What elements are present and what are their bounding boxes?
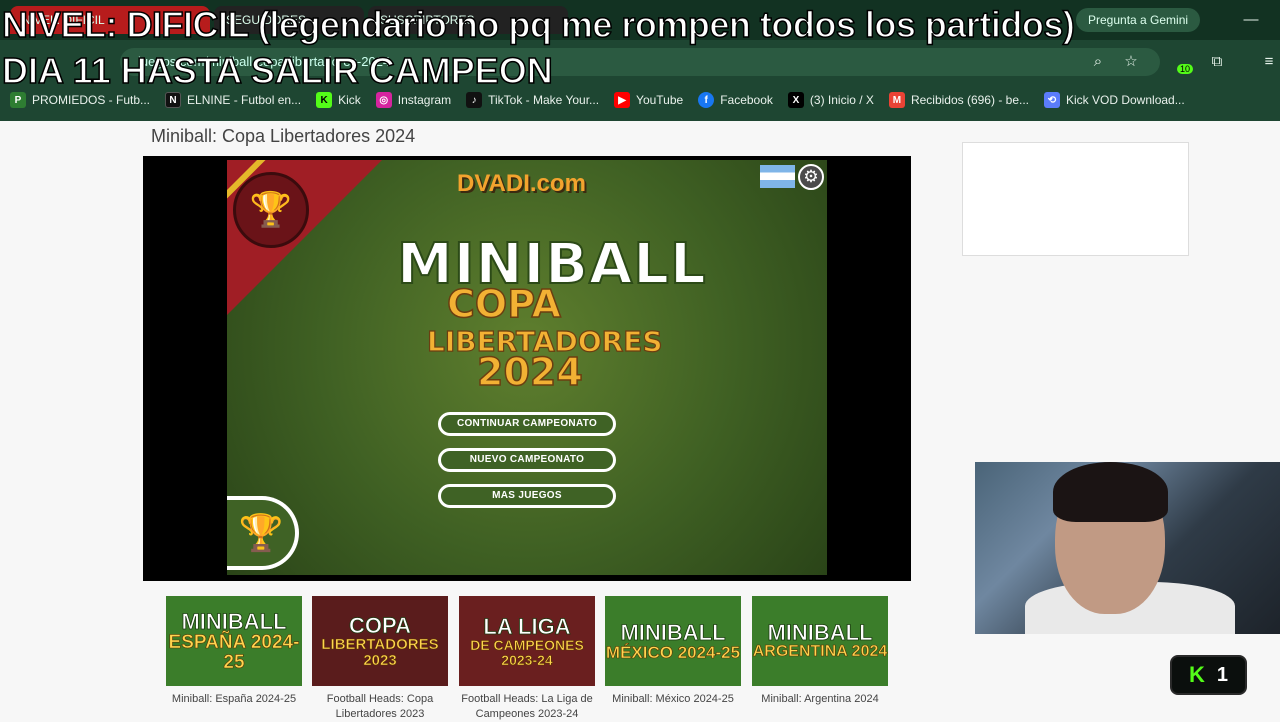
puzzle-icon[interactable]: ⧉ <box>1208 53 1226 71</box>
cup-icon: 🏆 <box>238 512 284 553</box>
game-caption[interactable]: Miniball: Argentina 2024 <box>752 686 888 707</box>
menu-icon[interactable]: ≡ <box>1260 53 1278 71</box>
thumb-bottom: ESPAÑA 2024-25 <box>168 631 300 673</box>
instagram-icon: ◎ <box>375 92 392 108</box>
dvadi-logo[interactable]: DVADI.com <box>457 170 586 198</box>
kickvod-icon: ⟲ <box>1044 92 1060 108</box>
continue-championship-button[interactable]: CONTINUAR CAMPEONATO <box>438 412 616 436</box>
extension-badge: 10 <box>1176 64 1193 74</box>
related-game-card[interactable]: MINIBALL ARGENTINA 2024 Miniball: Argenti… <box>752 596 888 707</box>
bookmark-tiktok[interactable]: ♪ TikTok - Make Your... <box>466 92 599 108</box>
facebook-icon: f <box>698 92 715 108</box>
bookmark-label: Kick <box>338 93 361 107</box>
related-game-card[interactable]: LA LIGA DE CAMPEONES 2023-24 Football Hea… <box>459 596 595 722</box>
game-title-copa: COPA <box>446 281 561 327</box>
cup-button[interactable]: 🏆 <box>227 496 299 570</box>
kick-icon: K <box>316 92 333 108</box>
webcam-hair <box>1053 462 1168 522</box>
thumb-top: MINIBALL <box>767 620 873 646</box>
bookmark-gmail[interactable]: M Recibidos (696) - be... <box>888 92 1029 108</box>
related-game-card[interactable]: MINIBALL ESPAÑA 2024-25 Miniball: España … <box>166 596 302 707</box>
bookmark-elnine[interactable]: N ELNINE - Futbol en... <box>165 92 301 108</box>
thumb-top: COPA <box>349 612 412 638</box>
game-thumbnail[interactable]: LA LIGA DE CAMPEONES 2023-24 <box>459 596 595 686</box>
bookmark-youtube[interactable]: ▶ YouTube <box>614 92 683 108</box>
thumb-bottom: LIBERTADORES 2023 <box>321 635 439 669</box>
related-games: MINIBALL ESPAÑA 2024-25 Miniball: España … <box>166 596 888 720</box>
thumb-bottom: DE CAMPEONES 2023-24 <box>470 636 584 668</box>
kick-logo-icon: K <box>1188 662 1205 687</box>
bookmark-label: Instagram <box>397 93 452 107</box>
elnine-icon: N <box>165 92 182 108</box>
page-title: Miniball: Copa Libertadores 2024 <box>151 126 416 146</box>
gemini-button[interactable]: Pregunta a Gemini <box>1076 8 1201 32</box>
stream-overlay-line1: NIVEL: DIFICIL (legendario no pq me romp… <box>1 3 1075 46</box>
minimize-icon[interactable]: — <box>1242 11 1260 29</box>
search-icon[interactable]: ⌕ <box>1089 53 1107 71</box>
bookmark-label: TikTok - Make Your... <box>488 93 600 107</box>
x-icon: X <box>787 92 804 108</box>
more-games-button[interactable]: MAS JUEGOS <box>438 484 616 508</box>
game-canvas[interactable]: 🏆 DVADI.com ⚙ MINIBALL COPA LIBERTADORES… <box>227 160 827 575</box>
game-thumbnail[interactable]: MINIBALL MÉXICO 2024-25 <box>605 596 741 686</box>
bookmark-x[interactable]: X (3) Inicio / X <box>787 92 874 108</box>
kick-viewer-widget: K 1 <box>1170 655 1247 695</box>
webcam-feed <box>975 462 1280 634</box>
bookmark-kickvod[interactable]: ⟲ Kick VOD Download... <box>1044 92 1185 108</box>
bookmark-label: Kick VOD Download... <box>1066 93 1185 107</box>
bookmark-label: ELNINE - Futbol en... <box>187 93 302 107</box>
thumb-top: MINIBALL <box>620 619 726 645</box>
bookmark-label: PROMIEDOS - Futb... <box>32 93 151 107</box>
game-thumbnail[interactable]: COPA LIBERTADORES 2023 <box>312 596 448 686</box>
bookmark-instagram[interactable]: ◎ Instagram <box>375 92 452 108</box>
bookmark-label: Recibidos (696) - be... <box>910 93 1029 107</box>
bookmark-facebook[interactable]: f Facebook <box>698 92 773 108</box>
ad-slot <box>962 142 1189 256</box>
youtube-icon: ▶ <box>614 92 631 108</box>
thumb-top: MINIBALL <box>181 608 287 634</box>
game-caption[interactable]: Football Heads: La Liga de Campeones 202… <box>459 686 595 722</box>
thumb-bottom: ARGENTINA 2024 <box>752 643 888 661</box>
bookmark-promiedos[interactable]: P PROMIEDOS - Futb... <box>10 92 150 108</box>
bookmark-kick[interactable]: K Kick <box>316 92 361 108</box>
thumb-top: LA LIGA <box>483 613 571 639</box>
game-thumbnail[interactable]: MINIBALL ARGENTINA 2024 <box>752 596 888 686</box>
bookmark-label: (3) Inicio / X <box>809 93 874 107</box>
star-icon[interactable]: ☆ <box>1122 53 1140 71</box>
game-caption[interactable]: Football Heads: Copa Libertadores 2023 <box>312 686 448 722</box>
related-game-card[interactable]: MINIBALL MÉXICO 2024-25 Miniball: México … <box>605 596 741 707</box>
stream-overlay-line2: DIA 11 HASTA SALIR CAMPEON <box>1 49 553 92</box>
game-caption[interactable]: Miniball: España 2024-25 <box>166 686 302 707</box>
promiedos-icon: P <box>10 92 26 108</box>
gemini-label: Pregunta a Gemini <box>1088 13 1189 27</box>
game-caption[interactable]: Miniball: México 2024-25 <box>605 686 741 707</box>
argentina-flag-icon[interactable] <box>760 165 795 188</box>
gear-icon[interactable]: ⚙ <box>798 164 824 190</box>
related-game-card[interactable]: COPA LIBERTADORES 2023 Football Heads: Co… <box>312 596 448 722</box>
game-title-year: 2024 <box>476 349 583 395</box>
thumb-bottom: MÉXICO 2024-25 <box>605 642 741 662</box>
bookmark-label: Facebook <box>720 93 773 107</box>
bookmark-label: YouTube <box>636 93 684 107</box>
tiktok-icon: ♪ <box>466 92 483 108</box>
game-thumbnail[interactable]: MINIBALL ESPAÑA 2024-25 <box>166 596 302 686</box>
extension-badge-icon[interactable]: 10 <box>1172 53 1193 74</box>
gmail-icon: M <box>888 92 905 108</box>
viewer-count: 1 <box>1216 663 1228 686</box>
trophy-icon: 🏆 <box>233 172 309 248</box>
new-championship-button[interactable]: NUEVO CAMPEONATO <box>438 448 616 472</box>
